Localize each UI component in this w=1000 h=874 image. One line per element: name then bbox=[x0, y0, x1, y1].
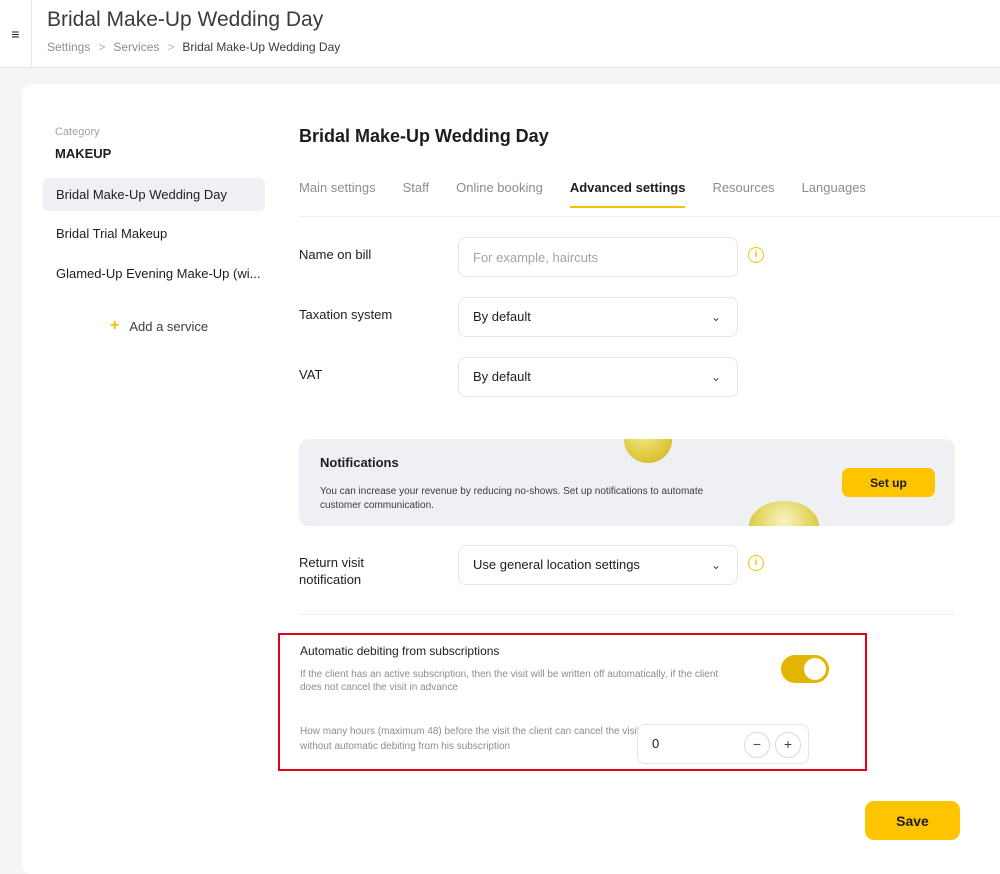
hours-description: How many hours (maximum 48) before the v… bbox=[300, 726, 640, 752]
top-header: ≡ Bridal Make-Up Wedding Day Settings > … bbox=[0, 0, 1000, 68]
subscriptions-title: Automatic debiting from subscriptions bbox=[300, 644, 500, 658]
tab-online-booking[interactable]: Online booking bbox=[456, 174, 543, 216]
hours-value[interactable]: 0 bbox=[652, 736, 659, 751]
vat-value: By default bbox=[473, 369, 531, 384]
notifications-text: You can increase your revenue by reducin… bbox=[320, 486, 704, 511]
return-visit-label: Return visit notification bbox=[299, 555, 365, 587]
lemon-illustration bbox=[624, 439, 672, 463]
taxation-system-value: By default bbox=[473, 309, 531, 324]
section-divider bbox=[299, 614, 955, 615]
taxation-system-select[interactable]: By default ⌄ bbox=[458, 297, 738, 337]
category-name: MAKEUP bbox=[55, 146, 112, 161]
add-service-button[interactable]: + Add a service bbox=[110, 317, 208, 335]
sidebar-item-glamed-up-evening[interactable]: Glamed-Up Evening Make-Up (wi... bbox=[43, 257, 265, 290]
tab-main-settings[interactable]: Main settings bbox=[299, 174, 376, 216]
breadcrumb-settings[interactable]: Settings bbox=[47, 40, 90, 54]
save-button[interactable]: Save bbox=[865, 801, 960, 840]
tabs-divider bbox=[299, 216, 1000, 217]
vat-select[interactable]: By default ⌄ bbox=[458, 357, 738, 397]
chevron-down-icon: ⌄ bbox=[710, 370, 721, 384]
service-settings-card: Category MAKEUP Bridal Make-Up Wedding D… bbox=[22, 84, 1000, 874]
page-title: Bridal Make-Up Wedding Day bbox=[47, 8, 324, 31]
chevron-down-icon: ⌄ bbox=[710, 310, 721, 324]
tab-advanced-settings[interactable]: Advanced settings bbox=[569, 174, 685, 216]
notifications-title: Notifications bbox=[320, 455, 399, 470]
info-icon[interactable]: i bbox=[748, 247, 764, 263]
sidebar-item-bridal-trial[interactable]: Bridal Trial Makeup bbox=[43, 217, 265, 250]
sidebar-item-bridal-wedding-day[interactable]: Bridal Make-Up Wedding Day bbox=[43, 178, 265, 211]
notifications-banner: Notifications You can increase your reve… bbox=[299, 439, 955, 526]
hamburger-icon[interactable]: ≡ bbox=[0, 0, 32, 67]
tab-resources[interactable]: Resources bbox=[712, 174, 774, 216]
set-up-button[interactable]: Set up bbox=[842, 468, 935, 497]
category-label: Category bbox=[55, 126, 100, 138]
breadcrumb-current: Bridal Make-Up Wedding Day bbox=[182, 40, 341, 54]
service-title: Bridal Make-Up Wedding Day bbox=[299, 126, 549, 146]
breadcrumb-separator: > bbox=[98, 40, 106, 54]
decrement-button[interactable]: − bbox=[744, 732, 770, 758]
chevron-down-icon: ⌄ bbox=[710, 558, 721, 572]
name-on-bill-input[interactable] bbox=[458, 237, 738, 277]
lemon-slice-illustration bbox=[749, 501, 819, 526]
subscriptions-description: If the client has an active subscription… bbox=[300, 669, 719, 693]
add-service-label: Add a service bbox=[129, 318, 209, 334]
info-icon[interactable]: i bbox=[748, 555, 764, 571]
tabs-bar: Main settings Staff Online booking Advan… bbox=[299, 174, 893, 218]
increment-button[interactable]: + bbox=[775, 732, 801, 758]
taxation-system-label: Taxation system bbox=[299, 307, 393, 322]
name-on-bill-label: Name on bill bbox=[299, 247, 372, 262]
vat-label: VAT bbox=[299, 367, 323, 382]
hours-stepper[interactable]: 0 − + bbox=[637, 724, 809, 764]
tab-languages[interactable]: Languages bbox=[802, 174, 866, 216]
toggle-knob bbox=[804, 658, 826, 680]
breadcrumb: Settings > Services > Bridal Make-Up Wed… bbox=[47, 40, 340, 54]
plus-icon: + bbox=[110, 317, 120, 334]
return-visit-value: Use general location settings bbox=[473, 557, 640, 572]
breadcrumb-separator: > bbox=[167, 40, 175, 54]
return-visit-select[interactable]: Use general location settings ⌄ bbox=[458, 545, 738, 585]
auto-debit-toggle[interactable] bbox=[781, 655, 829, 683]
tab-staff[interactable]: Staff bbox=[403, 174, 430, 216]
breadcrumb-services[interactable]: Services bbox=[113, 40, 159, 54]
